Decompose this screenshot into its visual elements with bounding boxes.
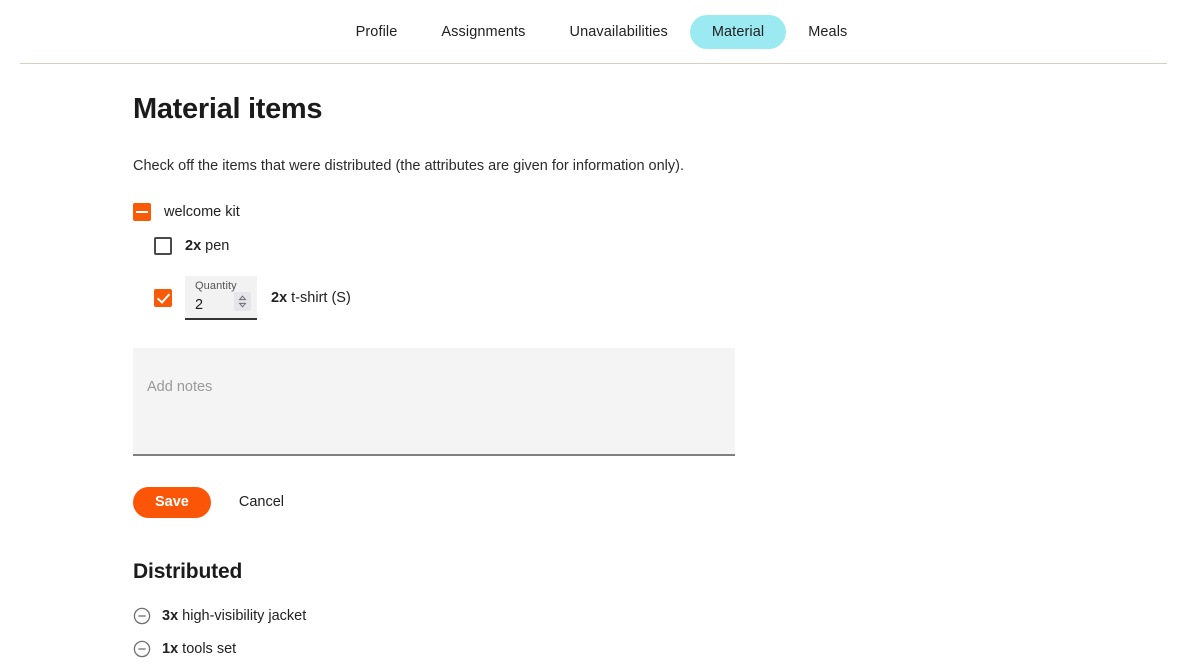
item-name: pen (205, 237, 230, 254)
top-navigation: Profile Assignments Unavailabilities Mat… (0, 0, 1187, 65)
tab-assignments-label: Assignments (441, 23, 526, 40)
item-name: tools set (182, 640, 237, 657)
checkbox-pen[interactable] (154, 236, 172, 255)
checkbox-tshirt[interactable] (154, 288, 172, 307)
circle-minus-icon (133, 640, 151, 658)
tab-unavailabilities[interactable]: Unavailabilities (548, 15, 690, 49)
list-item[interactable]: Quantity 2 2x t-shirt (S) (133, 275, 773, 320)
form-actions: Save Cancel (133, 486, 773, 518)
distributed-item-label: 3x high-visibility jacket (162, 608, 306, 624)
tab-profile-label: Profile (355, 23, 398, 40)
list-item[interactable]: welcome kit (133, 201, 773, 223)
tab-material[interactable]: Material (689, 14, 787, 49)
item-name: high-visibility jacket (182, 607, 307, 624)
tab-unavailabilities-label: Unavailabilities (569, 23, 668, 40)
quantity-field-value: 2 (195, 296, 204, 313)
cancel-button[interactable]: Cancel (239, 494, 284, 510)
item-label-welcome-kit: welcome kit (164, 204, 240, 220)
list-item: 3x high-visibility jacket (133, 606, 773, 626)
top-navigation-bar: Profile Assignments Unavailabilities Mat… (20, 0, 1167, 64)
tab-material-label: Material (711, 23, 765, 40)
checkbox-welcome-kit[interactable] (133, 202, 151, 221)
item-quantity: 1x (162, 640, 179, 657)
tab-meals[interactable]: Meals (786, 15, 869, 49)
tab-meals-label: Meals (808, 23, 848, 40)
list-item[interactable]: 2x pen (133, 235, 773, 257)
tab-list: Profile Assignments Unavailabilities Mat… (334, 14, 870, 49)
save-button[interactable]: Save (133, 486, 211, 518)
item-name: welcome kit (164, 203, 240, 220)
item-name: t-shirt (S) (291, 289, 351, 306)
tab-profile[interactable]: Profile (334, 15, 420, 49)
quantity-stepper[interactable]: Quantity 2 (185, 275, 257, 320)
list-item: 1x tools set (133, 639, 773, 659)
page-subtitle: Check off the items that were distribute… (133, 158, 684, 175)
circle-minus-icon (133, 607, 151, 625)
item-quantity: 2x (271, 289, 288, 306)
distributed-section-title: Distributed (133, 559, 243, 583)
item-label-pen: 2x pen (185, 238, 229, 254)
page-title: Material items (133, 93, 323, 125)
item-quantity: 2x (185, 237, 202, 254)
notes-input[interactable] (133, 347, 735, 456)
material-item-list: welcome kit 2x pen Quantity 2 2x t-shirt… (133, 201, 773, 320)
main-content: Material items Check off the items that … (133, 93, 773, 672)
distributed-item-label: 1x tools set (162, 641, 236, 657)
item-label-tshirt: 2x t-shirt (S) (271, 290, 351, 306)
tab-assignments[interactable]: Assignments (419, 15, 547, 49)
item-quantity: 3x (162, 607, 179, 624)
spinner-arrows-icon[interactable] (234, 291, 251, 311)
quantity-field-label: Quantity (195, 279, 237, 292)
